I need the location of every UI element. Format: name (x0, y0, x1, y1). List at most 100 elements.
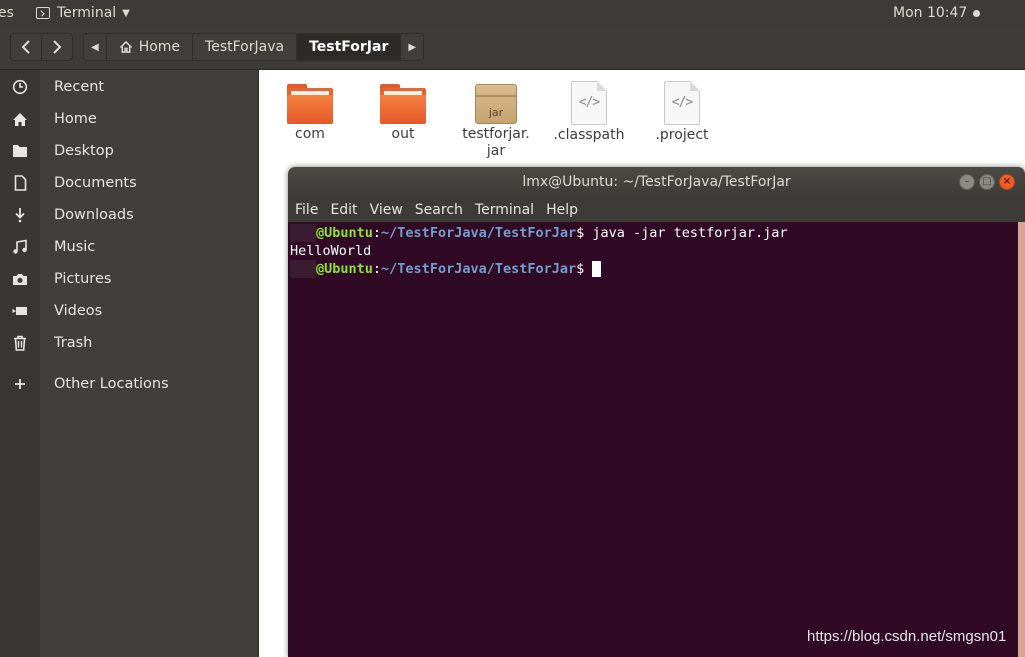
sidebar-item-label: Home (54, 111, 97, 127)
breadcrumb-scroll-left[interactable]: ◀ (83, 33, 107, 61)
jar-icon-text: jar (488, 106, 504, 119)
folder-icon (287, 84, 333, 124)
sidebar-item-label: Pictures (54, 271, 112, 287)
menu-terminal[interactable]: Terminal (468, 198, 539, 222)
sidebar-item-videos[interactable]: Videos (0, 296, 258, 326)
watermark: https://blog.csdn.net/smgsn01 (807, 628, 1007, 645)
close-button[interactable]: × (999, 174, 1015, 190)
text-cursor (592, 261, 602, 277)
app-menu-label: Terminal (57, 5, 117, 21)
file-item-out[interactable]: out (361, 78, 445, 143)
breadcrumb-home-label: Home (138, 39, 181, 55)
code-file-icon-text: </> (578, 95, 600, 110)
menu-search[interactable]: Search (408, 198, 468, 222)
terminal-line-prompt: @Ubuntu:~/TestForJava/TestForJar$ (290, 260, 602, 278)
menu-view[interactable]: View (363, 198, 408, 222)
redacted-username (290, 260, 316, 278)
maximize-button[interactable]: □ (979, 174, 995, 190)
file-item-classpath[interactable]: </> .classpath (547, 78, 631, 144)
menu-file[interactable]: File (288, 198, 323, 222)
breadcrumb-home[interactable]: Home (105, 33, 194, 61)
prompt-host: @Ubuntu (316, 225, 373, 241)
sidebar-item-recent[interactable]: Recent (0, 72, 258, 102)
app-menu[interactable]: Terminal ▼ (36, 5, 130, 21)
sidebar-item-label: Documents (54, 175, 137, 191)
home-icon (119, 41, 132, 53)
terminal-line-command: @Ubuntu:~/TestForJava/TestForJar$ java -… (290, 224, 787, 242)
sidebar-item-label: Music (54, 239, 96, 255)
forward-button[interactable] (41, 33, 73, 61)
file-name: out (391, 126, 415, 142)
prompt-path: ~/TestForJava/TestForJar (381, 261, 577, 277)
download-icon (15, 208, 25, 223)
sidebar-item-downloads[interactable]: Downloads (0, 200, 258, 230)
menu-help[interactable]: Help (539, 198, 583, 222)
code-file-icon: </> (664, 81, 700, 125)
back-button[interactable] (10, 33, 42, 61)
file-name: .project (655, 127, 709, 143)
breadcrumb-testforjava[interactable]: TestForJava (192, 33, 298, 61)
file-name: testforjar. jar (454, 126, 538, 160)
sidebar-item-pictures[interactable]: Pictures (0, 264, 258, 294)
minimize-icon: – (964, 176, 970, 187)
chevron-left-icon (21, 40, 30, 54)
sidebar-item-label: Videos (54, 303, 103, 319)
file-name: com (295, 126, 325, 142)
file-item-testforjar-jar[interactable]: jar testforjar. jar (454, 78, 538, 160)
clock-icon (12, 79, 28, 95)
breadcrumb-testforjar[interactable]: TestForJar (296, 33, 402, 61)
folder-icon (380, 84, 426, 124)
terminal-title: lmx@Ubuntu: ~/TestForJava/TestForJar (522, 174, 791, 190)
sidebar-item-label: Trash (54, 335, 93, 351)
sidebar-item-documents[interactable]: Documents (0, 168, 258, 198)
clock[interactable]: Mon 10:47 (893, 5, 981, 21)
breadcrumb-scroll-right[interactable]: ▶ (400, 33, 425, 61)
sidebar-item-label: Desktop (54, 143, 114, 159)
close-icon: × (1002, 176, 1012, 187)
background-window-edge (1018, 222, 1025, 657)
plus-icon (15, 379, 25, 389)
breadcrumb: ◀ Home TestForJava TestForJar ▶ (83, 33, 425, 61)
terminal-line-output: HelloWorld (290, 242, 371, 260)
sidebar-item-label: Other Locations (54, 376, 169, 392)
file-item-com[interactable]: com (268, 78, 352, 143)
home-icon (13, 112, 27, 126)
minimize-button[interactable]: – (959, 174, 975, 190)
files-headerbar: ◀ Home TestForJava TestForJar ▶ (0, 27, 1025, 70)
code-file-icon: </> (571, 81, 607, 125)
file-name-line2: jar (486, 143, 506, 159)
terminal-icon (36, 7, 50, 19)
notification-dot-icon (973, 9, 981, 17)
sidebar-item-home[interactable]: Home (0, 104, 258, 134)
sidebar-item-other-locations[interactable]: Other Locations (0, 369, 258, 399)
file-name-line1: testforjar. (462, 126, 530, 142)
breadcrumb-testforjar-label: TestForJar (309, 39, 389, 55)
prompt-separator: : (372, 261, 382, 277)
terminal-window[interactable]: lmx@Ubuntu: ~/TestForJava/TestForJar – □… (288, 167, 1025, 657)
terminal-menubar: File Edit View Search Terminal Help (288, 198, 1025, 222)
terminal-titlebar[interactable]: lmx@Ubuntu: ~/TestForJava/TestForJar – □… (288, 167, 1025, 198)
trash-icon (14, 335, 26, 351)
folder-icon (13, 145, 27, 157)
redacted-username (290, 224, 316, 242)
file-name: .classpath (553, 127, 625, 143)
sidebar-item-trash[interactable]: Trash (0, 328, 258, 358)
menu-edit[interactable]: Edit (323, 198, 362, 222)
jar-archive-icon: jar (475, 84, 517, 124)
sidebar-item-music[interactable]: Music (0, 232, 258, 262)
terminal-content[interactable]: @Ubuntu:~/TestForJava/TestForJar$ java -… (288, 222, 1025, 657)
clock-label: Mon 10:47 (893, 5, 968, 21)
places-sidebar: Recent Home Desktop Documents Downloads … (0, 70, 259, 657)
document-icon (14, 175, 26, 191)
music-icon (13, 239, 27, 254)
sidebar-item-desktop[interactable]: Desktop (0, 136, 258, 166)
chevron-down-icon: ▼ (122, 7, 130, 19)
terminal-output: HelloWorld (290, 243, 372, 259)
prompt-path: ~/TestForJava/TestForJar (381, 225, 577, 241)
camera-icon (13, 274, 27, 285)
activities-button[interactable]: es (0, 5, 14, 21)
file-item-project[interactable]: </> .project (640, 78, 724, 144)
prompt-end: $ (576, 225, 593, 241)
sidebar-item-label: Downloads (54, 207, 134, 223)
video-icon (12, 307, 27, 315)
